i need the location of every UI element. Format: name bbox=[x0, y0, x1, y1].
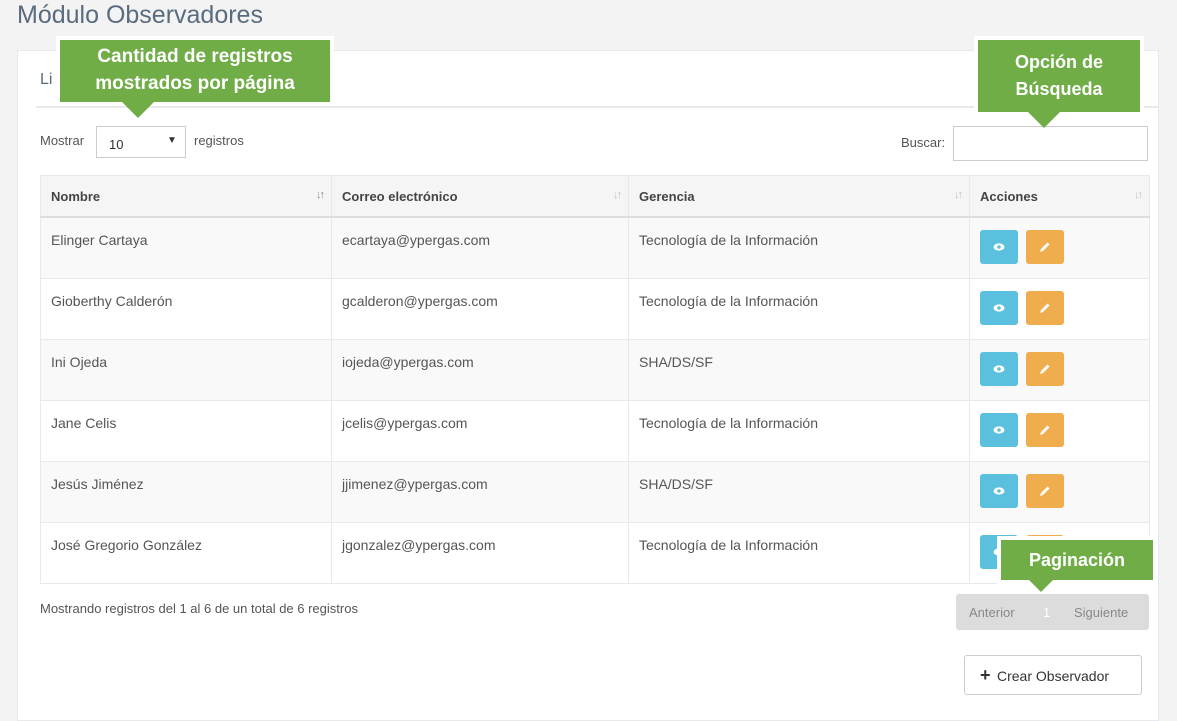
pagination-next-button[interactable]: Siguiente bbox=[1074, 605, 1128, 620]
callout-search-line2: Búsqueda bbox=[1015, 79, 1103, 99]
cell-correo: ecartaya@ypergas.com bbox=[331, 216, 629, 279]
column-header-label: Nombre bbox=[51, 188, 101, 204]
cell-nombre: Jane Celis bbox=[40, 399, 332, 462]
callout-search: Opción de Búsqueda bbox=[978, 40, 1140, 128]
cell-nombre: José Gregorio González bbox=[40, 521, 332, 584]
page-length-select[interactable]: 10 ▼ bbox=[96, 126, 186, 158]
create-observer-button[interactable]: + Crear Observador bbox=[964, 655, 1142, 695]
cell-correo: jgonzalez@ypergas.com bbox=[331, 521, 629, 584]
callout-page-length: Cantidad de registros mostrados por pági… bbox=[60, 40, 330, 118]
pagination-current-page[interactable]: 1 bbox=[1043, 605, 1050, 620]
cell-acciones bbox=[969, 216, 1150, 279]
callout-page-length-line2: mostrados por página bbox=[95, 73, 295, 94]
cell-gerencia: Tecnología de la Información bbox=[628, 277, 970, 340]
length-prefix-label: Mostrar bbox=[40, 133, 85, 148]
callout-pagination: Paginación bbox=[1001, 540, 1153, 592]
cell-nombre: Gioberthy Calderón bbox=[40, 277, 332, 340]
column-header-label: Gerencia bbox=[639, 188, 695, 204]
edit-button[interactable] bbox=[1026, 351, 1064, 386]
callout-page-length-line1: Cantidad de registros bbox=[97, 46, 293, 67]
search-input[interactable] bbox=[953, 126, 1148, 161]
cell-acciones bbox=[969, 460, 1150, 523]
cell-gerencia: Tecnología de la Información bbox=[628, 216, 970, 279]
observers-table: Nombre ↓↑ Correo electrónico ↓↑ Gerencia ↓↑… bbox=[40, 175, 1150, 584]
sort-icon: ↓↑ bbox=[1134, 189, 1143, 201]
column-header-label: Correo electrónico bbox=[342, 188, 458, 204]
view-button[interactable] bbox=[980, 473, 1018, 508]
edit-button[interactable] bbox=[1026, 230, 1064, 264]
table-header-row: Nombre ↓↑ Correo electrónico ↓↑ Gerencia ↓↑… bbox=[40, 175, 1150, 218]
cell-correo: jcelis@ypergas.com bbox=[331, 399, 629, 462]
create-observer-label: Crear Observador bbox=[997, 668, 1110, 684]
length-suffix-label: registros bbox=[194, 133, 244, 148]
sort-icon: ↓↑ bbox=[954, 189, 963, 201]
edit-button[interactable] bbox=[1026, 412, 1064, 447]
edit-button[interactable] bbox=[1026, 473, 1064, 508]
cell-acciones bbox=[969, 338, 1150, 401]
cell-correo: jjimenez@ypergas.com bbox=[331, 460, 629, 523]
card-title: Li bbox=[40, 71, 53, 88]
page-title: Módulo Observadores bbox=[17, 1, 263, 29]
column-header-nombre[interactable]: Nombre ↓↑ bbox=[40, 175, 332, 218]
view-button[interactable] bbox=[980, 351, 1018, 386]
view-button[interactable] bbox=[980, 290, 1018, 325]
cell-nombre: Jesús Jiménez bbox=[40, 460, 332, 523]
sort-ascending-icon: ↓↑ bbox=[316, 189, 325, 201]
table-row: Elinger Cartaya ecartaya@ypergas.com Tecno… bbox=[40, 216, 1150, 279]
column-header-acciones[interactable]: Acciones ↓↑ bbox=[969, 175, 1150, 218]
table-row: Ini Ojeda iojeda@ypergas.com SHA/DS/SF bbox=[40, 338, 1150, 401]
search-label: Buscar: bbox=[901, 135, 946, 150]
table-row: Gioberthy Calderón gcalderon@ypergas.com T… bbox=[40, 277, 1150, 340]
column-header-gerencia[interactable]: Gerencia ↓↑ bbox=[628, 175, 970, 218]
cell-correo: iojeda@ypergas.com bbox=[331, 338, 629, 401]
view-button[interactable] bbox=[980, 230, 1018, 264]
column-header-label: Acciones bbox=[980, 188, 1038, 204]
page-length-value: 10 bbox=[109, 137, 124, 152]
cell-correo: gcalderon@ypergas.com bbox=[331, 277, 629, 340]
table-info-text: Mostrando registros del 1 al 6 de un tot… bbox=[40, 601, 358, 616]
cell-nombre: Elinger Cartaya bbox=[40, 216, 332, 279]
view-button[interactable] bbox=[980, 412, 1018, 447]
callout-search-line1: Opción de bbox=[1014, 52, 1103, 72]
chevron-down-icon: ▼ bbox=[167, 135, 177, 146]
pagination-previous-button[interactable]: Anterior bbox=[969, 605, 1015, 620]
table-row: José Gregorio González jgonzalez@ypergas.… bbox=[40, 521, 1150, 584]
column-header-correo[interactable]: Correo electrónico ↓↑ bbox=[331, 175, 629, 218]
pagination: Anterior 1 Siguiente bbox=[956, 594, 1149, 630]
cell-gerencia: SHA/DS/SF bbox=[628, 338, 970, 401]
table-row: Jane Celis jcelis@ypergas.com Tecnología d… bbox=[40, 399, 1150, 462]
cell-gerencia: Tecnología de la Información bbox=[628, 399, 970, 462]
cell-nombre: Ini Ojeda bbox=[40, 338, 332, 401]
plus-icon: + bbox=[980, 665, 991, 685]
cell-gerencia: Tecnología de la Información bbox=[628, 521, 970, 584]
cell-acciones bbox=[969, 399, 1150, 462]
edit-button[interactable] bbox=[1026, 290, 1064, 325]
table-row: Jesús Jiménez jjimenez@ypergas.com SHA/DS/… bbox=[40, 460, 1150, 523]
cell-gerencia: SHA/DS/SF bbox=[628, 460, 970, 523]
sort-icon: ↓↑ bbox=[613, 189, 622, 201]
cell-acciones bbox=[969, 277, 1150, 340]
